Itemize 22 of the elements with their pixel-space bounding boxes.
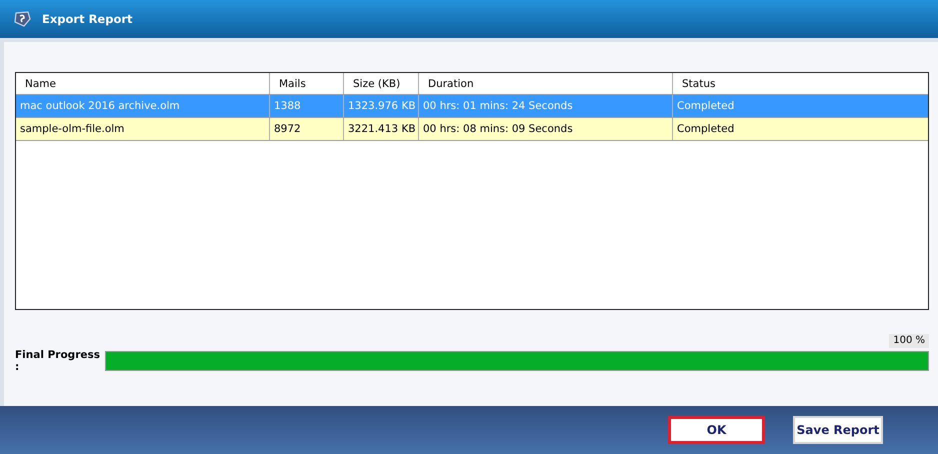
table-cell: mac outlook 2016 archive.olm bbox=[16, 95, 270, 117]
column-header[interactable]: Mails bbox=[270, 73, 344, 94]
column-header[interactable]: Name bbox=[16, 73, 270, 94]
table-cell: 1323.976 KB bbox=[344, 95, 419, 117]
table-cell-text: Completed bbox=[676, 99, 736, 114]
table-cell-text: Completed bbox=[676, 122, 736, 137]
progress-label: Final Progress : bbox=[15, 349, 101, 373]
save-report-button[interactable]: Save Report bbox=[793, 416, 883, 444]
app-logo-icon bbox=[12, 10, 32, 28]
column-header[interactable]: Status bbox=[673, 73, 928, 94]
table-cell: 1388 bbox=[270, 95, 344, 117]
table-cell: sample-olm-file.olm bbox=[16, 118, 270, 140]
column-header[interactable]: Duration bbox=[419, 73, 673, 94]
table-cell: 00 hrs: 01 mins: 24 Seconds bbox=[419, 95, 673, 117]
table-row[interactable]: sample-olm-file.olm 8972 3221.413 KB 00 hrs: 08 mins: 09 Seconds Completed bbox=[16, 118, 928, 141]
ok-button[interactable]: OK bbox=[668, 416, 765, 444]
column-header[interactable]: Size (KB) bbox=[344, 73, 419, 94]
table-cell: 8972 bbox=[270, 118, 344, 140]
table-cell: 00 hrs: 08 mins: 09 Seconds bbox=[419, 118, 673, 140]
window-title: Export Report bbox=[42, 12, 133, 26]
table-cell: 3221.413 KB bbox=[344, 118, 419, 140]
progress-reading: 100 % bbox=[889, 334, 929, 348]
